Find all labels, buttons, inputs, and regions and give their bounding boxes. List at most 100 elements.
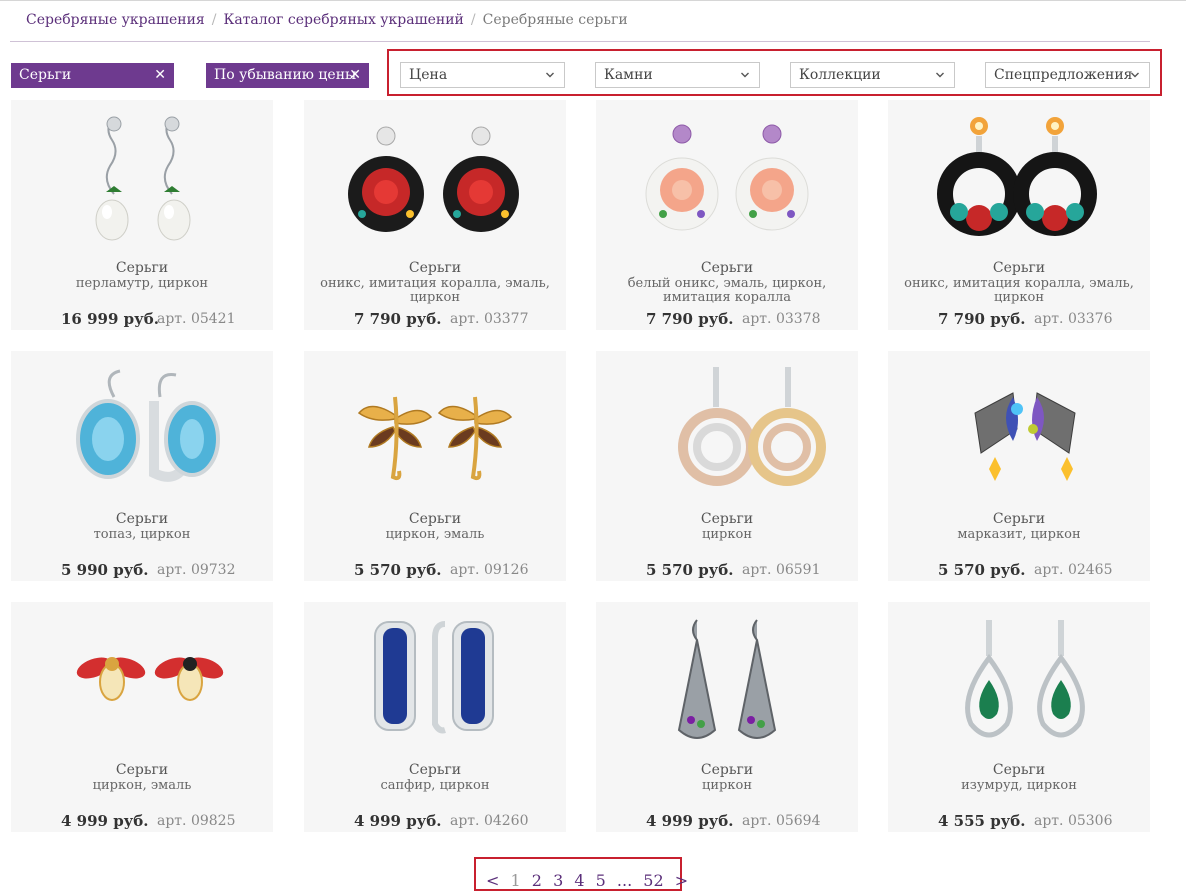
product-article: арт. 06591 bbox=[742, 562, 821, 578]
product-name[interactable]: Серьги bbox=[11, 511, 273, 527]
breadcrumb-link-catalog[interactable]: Каталог серебряных украшений bbox=[224, 12, 464, 28]
product-name[interactable]: Серьги bbox=[888, 511, 1150, 527]
product-card[interactable]: Серьги топаз, циркон 5 990 руб. арт. 097… bbox=[11, 351, 273, 581]
product-price: 5 570 руб. bbox=[938, 561, 1026, 579]
product-name[interactable]: Серьги bbox=[596, 260, 858, 276]
chevron-down-icon bbox=[936, 72, 944, 78]
product-article: арт. 09732 bbox=[157, 562, 236, 578]
peach-rose-white-onyx-earrings-image bbox=[645, 124, 809, 231]
chevron-down-icon bbox=[741, 72, 749, 78]
product-article: арт. 03378 bbox=[742, 311, 821, 327]
product-name[interactable]: Серьги bbox=[596, 511, 858, 527]
product-price: 5 570 руб. bbox=[646, 561, 734, 579]
product-article: арт. 09126 bbox=[450, 562, 529, 578]
product-name[interactable]: Серьги bbox=[11, 762, 273, 778]
active-filter-chip-category: Серьги ✕ bbox=[11, 63, 174, 88]
product-name[interactable]: Серьги bbox=[304, 762, 566, 778]
product-price: 4 999 руб. bbox=[646, 812, 734, 830]
product-materials: циркон, эмаль bbox=[385, 527, 485, 542]
top-divider bbox=[0, 0, 1186, 1]
product-name[interactable]: Серьги bbox=[888, 762, 1150, 778]
product-card[interactable]: Серьги изумруд, циркон 4 555 руб. арт. 0… bbox=[888, 602, 1150, 832]
product-card[interactable]: Серьги перламутр, циркон 16 999 руб. арт… bbox=[11, 100, 273, 330]
product-article: арт. 04260 bbox=[450, 813, 529, 829]
product-article: арт. 02465 bbox=[1034, 562, 1113, 578]
product-name[interactable]: Серьги bbox=[596, 762, 858, 778]
pagination-ellipsis: ... bbox=[616, 871, 633, 890]
product-name[interactable]: Серьги bbox=[888, 260, 1150, 276]
active-sort-chip: По убыванию цены ✕ bbox=[206, 63, 369, 88]
product-name[interactable]: Серьги bbox=[304, 511, 566, 527]
product-card[interactable]: Серьги циркон, эмаль 4 999 руб. арт. 098… bbox=[11, 602, 273, 832]
product-card[interactable]: Серьги циркон, эмаль 5 570 руб. арт. 091… bbox=[304, 351, 566, 581]
filter-collections-dropdown[interactable]: Коллекции bbox=[790, 62, 955, 88]
pagination-page[interactable]: 5 bbox=[596, 871, 606, 890]
filter-special-offers-dropdown[interactable]: Спецпредложения bbox=[985, 62, 1150, 88]
product-card[interactable]: Серьги оникс, имитация коралла, эмаль, ц… bbox=[888, 100, 1150, 330]
product-materials: топаз, циркон bbox=[93, 527, 191, 542]
breadcrumb-current: Серебряные серьги bbox=[482, 12, 628, 28]
pagination-page-current: 1 bbox=[510, 871, 521, 890]
product-article: арт. 03376 bbox=[1034, 311, 1113, 327]
emerald-teardrop-earrings-image bbox=[965, 620, 1085, 738]
breadcrumb-separator: / bbox=[470, 12, 476, 28]
pagination-page[interactable]: 4 bbox=[574, 871, 584, 890]
pagination-page-last[interactable]: 52 bbox=[643, 871, 663, 890]
onyx-hoop-flower-earrings-image bbox=[937, 117, 1097, 236]
filter-stones-dropdown[interactable]: Камни bbox=[595, 62, 760, 88]
pagination-next[interactable]: > bbox=[675, 871, 688, 890]
filter-special-offers-label: Спецпредложения bbox=[994, 67, 1133, 83]
product-article: арт. 05694 bbox=[742, 813, 821, 829]
sapphire-hoop-earrings-image bbox=[374, 621, 494, 734]
product-price: 4 555 руб. bbox=[938, 812, 1026, 830]
butterfly-wing-earrings-image bbox=[974, 392, 1076, 481]
pagination-prev[interactable]: < bbox=[486, 871, 499, 890]
product-price: 4 999 руб. bbox=[61, 812, 149, 830]
breadcrumb-divider bbox=[10, 41, 1150, 42]
product-materials: изумруд, циркон bbox=[961, 778, 1077, 793]
filter-price-label: Цена bbox=[409, 67, 448, 83]
product-price: 7 790 руб. bbox=[646, 310, 734, 328]
chevron-down-icon bbox=[1131, 72, 1139, 78]
product-materials: циркон bbox=[702, 527, 752, 542]
product-card[interactable]: Серьги циркон 5 570 руб. арт. 06591 bbox=[596, 351, 858, 581]
product-price: 5 570 руб. bbox=[354, 561, 442, 579]
breadcrumb-separator: / bbox=[211, 12, 217, 28]
product-materials: циркон bbox=[702, 778, 752, 793]
breadcrumb: Серебряные украшения / Каталог серебряных … bbox=[26, 12, 628, 32]
product-name[interactable]: Серьги bbox=[304, 260, 566, 276]
product-price: 16 999 руб. bbox=[61, 310, 159, 328]
product-card[interactable]: Серьги циркон 4 999 руб. арт. 05694 bbox=[596, 602, 858, 832]
product-price: 5 990 руб. bbox=[61, 561, 149, 579]
blue-topaz-earrings-image bbox=[76, 369, 220, 482]
remove-filter-close-icon[interactable]: ✕ bbox=[154, 63, 166, 88]
remove-sort-close-icon[interactable]: ✕ bbox=[349, 63, 361, 88]
product-price: 7 790 руб. bbox=[938, 310, 1026, 328]
product-price: 7 790 руб. bbox=[354, 310, 442, 328]
pagination-page[interactable]: 2 bbox=[532, 871, 542, 890]
chip-label: По убыванию цены bbox=[214, 67, 357, 83]
product-article: арт. 05421 bbox=[157, 311, 236, 327]
swirl-earrings-image bbox=[678, 367, 826, 486]
product-card[interactable]: Серьги белый оникс, эмаль, циркон, имита… bbox=[596, 100, 858, 330]
product-materials: оникс, имитация коралла, эмаль, циркон bbox=[904, 276, 1134, 305]
product-name[interactable]: Серьги bbox=[11, 260, 273, 276]
product-article: арт. 05306 bbox=[1034, 813, 1113, 829]
product-card[interactable]: Серьги оникс, имитация коралла, эмаль, ц… bbox=[304, 100, 566, 330]
product-card[interactable]: Серьги сапфир, циркон 4 999 руб. арт. 04… bbox=[304, 602, 566, 832]
pagination: < 1 2 3 4 5 ... 52 > bbox=[486, 871, 694, 890]
filter-price-dropdown[interactable]: Цена bbox=[400, 62, 565, 88]
product-materials: оникс, имитация коралла, эмаль, циркон bbox=[320, 276, 550, 305]
product-price: 4 999 руб. bbox=[354, 812, 442, 830]
product-card[interactable]: Серьги марказит, циркон 5 570 руб. арт. … bbox=[888, 351, 1150, 581]
pagination-page[interactable]: 3 bbox=[553, 871, 563, 890]
pearl-drop-earrings-image bbox=[95, 116, 191, 241]
product-materials: белый оникс, эмаль, циркон, имитация кор… bbox=[627, 276, 827, 305]
chevron-down-icon bbox=[546, 72, 554, 78]
filter-collections-label: Коллекции bbox=[799, 67, 881, 83]
chip-label: Серьги bbox=[19, 67, 72, 83]
red-rose-onyx-earrings-image bbox=[348, 126, 519, 232]
dragonfly-earrings-image bbox=[357, 396, 513, 481]
product-article: арт. 09825 bbox=[157, 813, 236, 829]
breadcrumb-link-silver-jewelry[interactable]: Серебряные украшения bbox=[26, 12, 205, 28]
